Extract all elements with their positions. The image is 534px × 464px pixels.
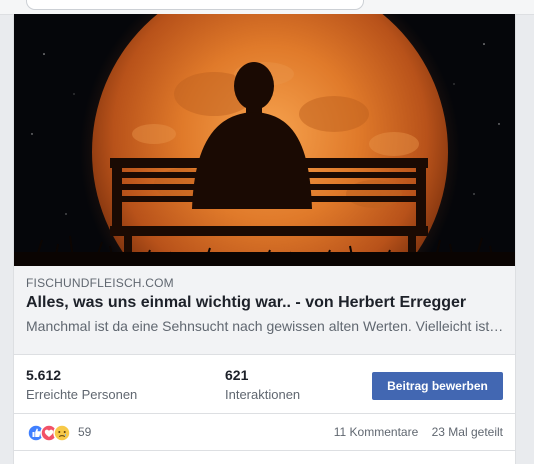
reach-value[interactable]: 5.612: [26, 367, 61, 383]
reaction-count[interactable]: 59: [78, 425, 91, 439]
page-top-strip: [0, 0, 534, 15]
link-title[interactable]: Alles, was uns einmal wichtig war.. - vo…: [26, 294, 466, 312]
sad-icon: [53, 424, 71, 442]
reactions-summary[interactable]: [27, 424, 77, 442]
top-search-field[interactable]: [26, 0, 364, 10]
link-preview[interactable]: FISCHUNDFLEISCH.COM Alles, was uns einma…: [14, 14, 515, 355]
social-summary: 59 11 Kommentare 23 Mal geteilt: [14, 414, 515, 451]
post-insights: 5.612 Erreichte Personen 621 Interaktion…: [14, 355, 515, 414]
reach-label: Erreichte Personen: [26, 387, 138, 402]
engagement-label: Interaktionen: [225, 387, 301, 402]
moon-bench-silhouette-photo[interactable]: [14, 14, 515, 266]
comments-count-link[interactable]: 11 Kommentare: [334, 425, 419, 439]
engagement-value[interactable]: 621: [225, 367, 248, 383]
shares-count-link[interactable]: 23 Mal geteilt: [432, 425, 503, 439]
link-domain: FISCHUNDFLEISCH.COM: [26, 276, 174, 290]
engagement-links: 11 Kommentare 23 Mal geteilt: [334, 425, 503, 439]
post-card: FISCHUNDFLEISCH.COM Alles, was uns einma…: [13, 14, 516, 464]
boost-post-button[interactable]: Beitrag bewerben: [372, 372, 503, 400]
link-description: Manchmal ist da eine Sehnsucht nach gewi…: [26, 318, 504, 334]
